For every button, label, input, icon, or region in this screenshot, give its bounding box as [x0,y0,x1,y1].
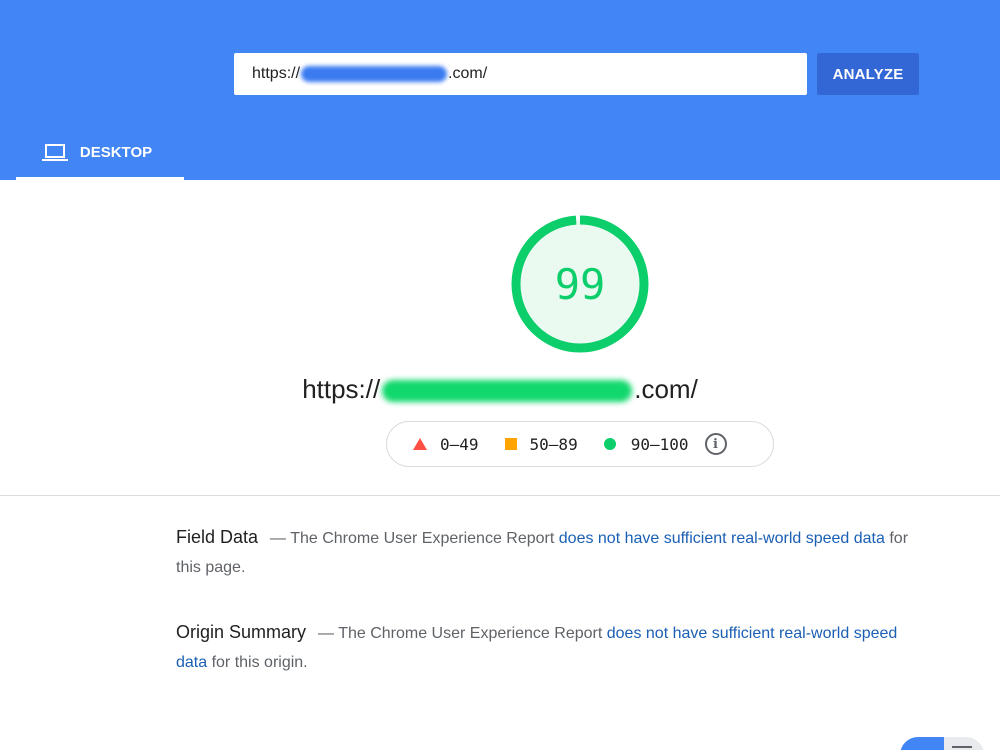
legend-fail-range: 0–49 [440,434,479,454]
view-toggle[interactable] [900,737,984,750]
field-data-heading: Field Data [176,527,259,547]
field-data-text: — The Chrome User Experience Report [270,530,559,547]
circle-icon [603,438,616,450]
origin-summary-section: Origin Summary — The Chrome User Experien… [176,618,916,677]
field-data-link[interactable]: does not have sufficient real-world spee… [559,530,885,547]
site-url-prefix: https:// [302,374,381,404]
origin-summary-text-after: for this origin. [207,654,308,671]
triangle-icon [413,438,427,450]
info-icon[interactable]: i [704,433,727,455]
origin-summary-text: — The Chrome User Experience Report [318,625,607,642]
view-toggle-active[interactable] [900,737,944,750]
analyze-button[interactable]: ANALYZE [817,53,919,95]
analyzed-site-url: https:// .com/ [0,374,1000,405]
legend-fail: 0–49 [413,435,479,454]
field-data-section: Field Data — The Chrome User Experience R… [176,523,916,582]
tab-desktop-label: DESKTOP [79,144,153,161]
legend-average-range: 50–89 [529,434,578,454]
legend-average: 50–89 [504,434,578,454]
origin-summary-heading: Origin Summary [176,622,307,642]
url-input-suffix: .com/ [448,65,488,82]
legend-pass: 90–100 [603,434,689,454]
url-input[interactable]: https:// .com/ [234,53,807,95]
menu-icon[interactable] [952,746,972,748]
tab-desktop[interactable]: DESKTOP [16,128,184,180]
url-input-prefix: https:// [252,65,301,82]
laptop-icon [41,143,68,161]
section-divider [0,495,1000,496]
score-legend: 0–49 50–89 90–100 i [386,421,774,467]
redacted-url-blur [301,66,448,82]
site-url-suffix: .com/ [634,374,698,404]
legend-pass-range: 90–100 [630,434,689,454]
performance-score: 99 [554,259,606,309]
square-icon [504,438,517,450]
redacted-site-blur [382,380,633,403]
header-bar: https:// .com/ ANALYZE DESKTOP [0,0,1000,180]
